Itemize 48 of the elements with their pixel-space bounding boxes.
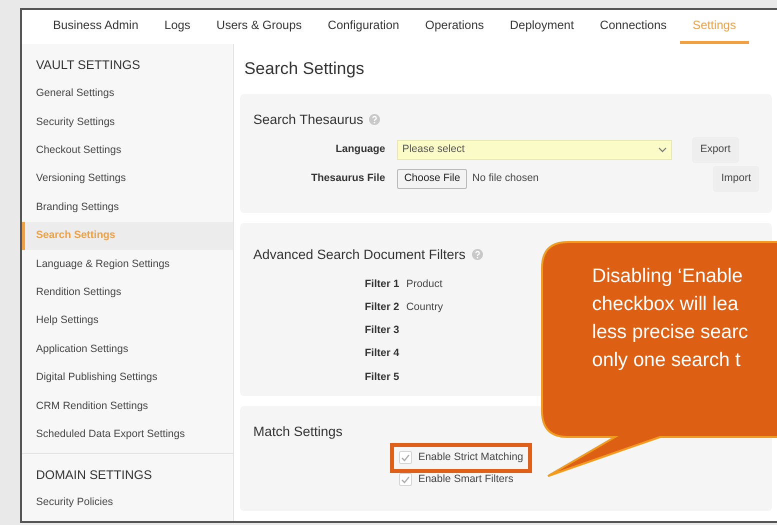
section-heading: DOMAIN SETTINGS	[22, 453, 234, 490]
help-icon[interactable]	[472, 249, 483, 260]
callout-text: Disabling ‘Enable checkbox will lea less precise searc only one search t	[592, 264, 750, 373]
nav-tab[interactable]: Logs	[151, 16, 204, 44]
nav-tab[interactable]: Connections	[586, 16, 680, 44]
panel-title: Advanced Search Document Filters	[253, 246, 466, 264]
field-value: Country	[406, 300, 443, 315]
sidebar-item[interactable]: Help Settings	[22, 307, 234, 336]
field-label: Filter 1	[364, 276, 400, 292]
nav-tab[interactable]: Deployment	[496, 16, 587, 44]
field-label: Filter 5	[364, 370, 400, 385]
field-label: Filter 3	[364, 323, 400, 338]
help-icon[interactable]	[369, 114, 380, 126]
sidebar-item[interactable]: Checkout Settings	[22, 136, 234, 166]
panel-title: Match Settings	[253, 422, 342, 441]
sidebar-item[interactable]: Digital Publishing Settings	[22, 364, 234, 392]
sidebar-item[interactable]: CRM Rendition Settings	[22, 392, 234, 421]
caret-icon	[658, 146, 668, 153]
sidebar-item[interactable]: Language & Region Settings	[22, 250, 234, 279]
nav-tab[interactable]: Business Admin	[40, 16, 152, 44]
file-status: No file chosen	[472, 170, 540, 186]
section-heading: VAULT SETTINGS	[35, 57, 142, 74]
field-label: Filter 2	[364, 300, 400, 315]
checkbox[interactable]	[399, 451, 412, 464]
sidebar-item[interactable]: Rendition Settings	[22, 278, 234, 308]
nav-tab[interactable]: Configuration	[314, 16, 412, 44]
export-button[interactable]: Export	[692, 136, 739, 163]
sidebar-item[interactable]: Security Policies	[22, 489, 234, 518]
field-label: Language	[334, 142, 386, 157]
field-label: Filter 4	[364, 346, 400, 362]
checkbox-label: Enable Strict Matching	[418, 450, 524, 465]
nav-tab[interactable]: Operations	[412, 16, 497, 44]
sidebar-item[interactable]: General Settings	[22, 80, 234, 108]
checkbox[interactable]	[399, 473, 412, 486]
page-title: Search Settings	[243, 58, 366, 80]
nav-tab[interactable]: Users & Groups	[203, 16, 315, 44]
checkbox-label: Enable Smart Filters	[418, 472, 514, 487]
sidebar-item[interactable]: Application Settings	[22, 336, 234, 364]
sidebar-item[interactable]: Security Settings	[22, 108, 234, 137]
field-label: Thesaurus File	[310, 170, 386, 186]
sidebar-item[interactable]: Versioning Settings	[22, 165, 234, 194]
field-value: Product	[406, 276, 442, 292]
language-dropdown[interactable]: Please select	[397, 140, 672, 160]
sidebar-item[interactable]: Branding Settings	[22, 194, 234, 222]
import-button[interactable]: Import	[713, 166, 759, 192]
sidebar-item[interactable]: Scheduled Data Export Settings	[22, 420, 234, 450]
panel-title: Search Thesaurus	[253, 110, 364, 128]
choose-file-button[interactable]: Choose File	[397, 168, 468, 189]
